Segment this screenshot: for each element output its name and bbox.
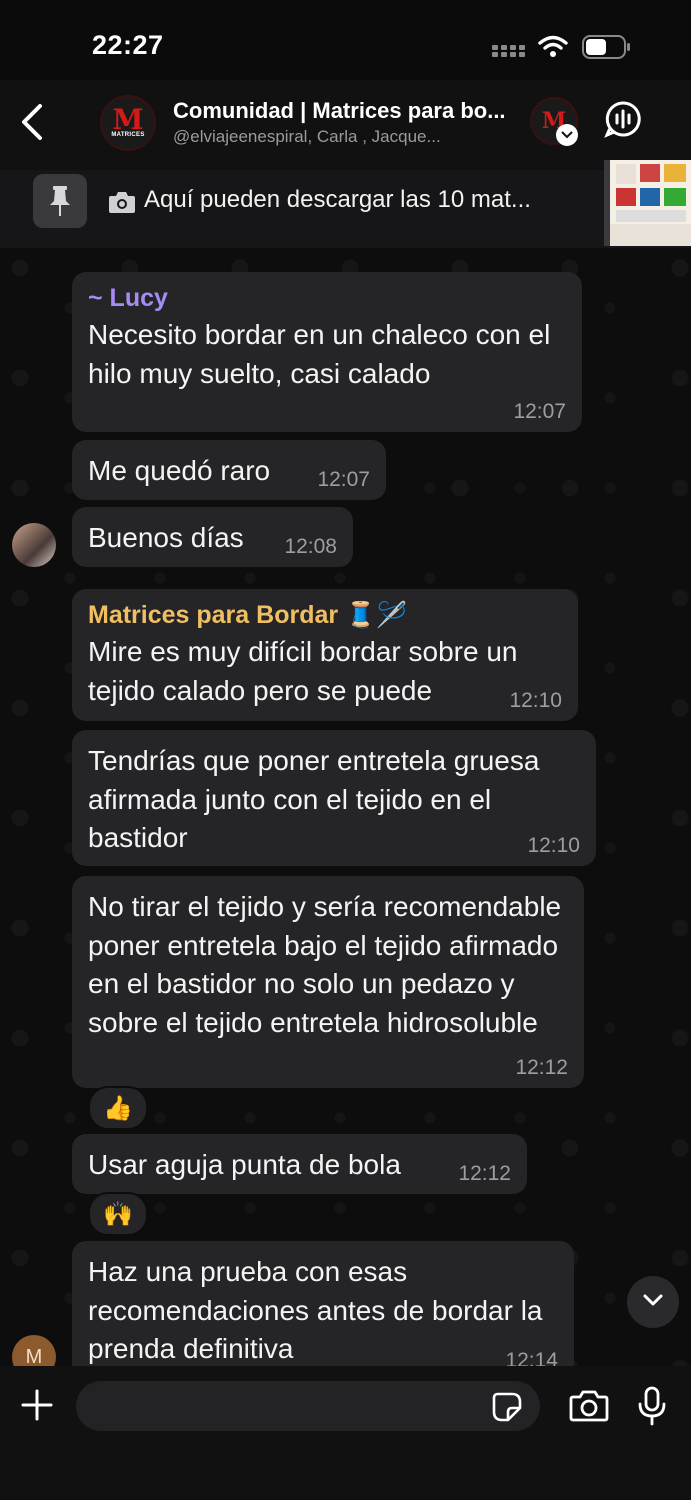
status-time: 22:27 (92, 30, 164, 60)
sender-avatar[interactable]: M (12, 1335, 56, 1366)
message-time: 12:10 (527, 834, 580, 857)
chevron-down-icon (641, 1292, 665, 1313)
wifi-icon (537, 34, 569, 63)
message-time: 12:10 (509, 689, 562, 712)
reaction-badge[interactable]: 👍 (88, 1086, 148, 1130)
back-arrow-icon[interactable] (18, 102, 46, 147)
message-bubble[interactable]: ~ Lucy Necesito bordar en un chaleco con… (72, 272, 582, 432)
group-avatar[interactable]: M MATRICES (100, 95, 156, 151)
microphone-icon[interactable] (637, 1386, 667, 1431)
message-time: 12:12 (458, 1162, 511, 1185)
message-bubble[interactable]: Matrices para Bordar 🧵🪡 Mire es muy difí… (72, 589, 578, 721)
plus-icon[interactable] (20, 1388, 54, 1427)
pin-icon[interactable] (33, 174, 87, 228)
chat-participants[interactable]: @elviajeenespiral, Carla , Jacque... (173, 127, 503, 147)
message-text: Tendrías que poner entretela gruesa afir… (88, 745, 540, 853)
message-time: 12:12 (515, 1056, 568, 1079)
scroll-down-button[interactable] (627, 1276, 679, 1328)
chevron-down-badge-icon[interactable] (556, 124, 578, 146)
message-sender[interactable]: ~ Lucy (88, 284, 566, 312)
voice-chat-icon[interactable] (604, 100, 642, 143)
message-text: Usar aguja punta de bola (88, 1149, 401, 1180)
message-bubble[interactable]: Buenos días 12:08 (72, 507, 353, 567)
battery-icon (582, 35, 632, 64)
message-text: Mire es muy difícil bordar sobre un teji… (88, 636, 518, 706)
message-time: 12:07 (513, 400, 566, 423)
message-bubble[interactable]: Usar aguja punta de bola 12:12 (72, 1134, 527, 1194)
message-text: Necesito bordar en un chaleco con el hil… (88, 319, 551, 389)
chat-title[interactable]: Comunidad | Matrices para bo... (173, 98, 523, 124)
message-bubble[interactable]: Me quedó raro 12:07 (72, 440, 386, 500)
message-sender[interactable]: Matrices para Bordar 🧵🪡 (88, 601, 562, 629)
message-bubble[interactable]: Tendrías que poner entretela gruesa afir… (72, 730, 596, 866)
message-list[interactable]: ~ Lucy Necesito bordar en un chaleco con… (0, 248, 691, 1366)
signal-icon (492, 44, 528, 63)
message-bubble[interactable]: No tirar el tejido y sería recomendable … (72, 876, 584, 1088)
sticker-icon[interactable] (492, 1392, 522, 1427)
camera-icon[interactable] (569, 1389, 609, 1428)
logo-text: MATRICES (111, 132, 145, 138)
logo-letter: M (112, 103, 144, 136)
message-bubble[interactable]: Haz una prueba con esas recomendaciones … (72, 1241, 574, 1366)
message-time: 12:14 (505, 1349, 558, 1366)
sender-avatar[interactable] (12, 523, 56, 567)
message-time: 12:07 (317, 468, 370, 491)
message-time: 12:08 (284, 535, 337, 558)
pinned-thumbnail-image[interactable] (604, 160, 691, 246)
pinned-message-text[interactable]: Aquí pueden descargar las 10 mat... (144, 186, 589, 214)
message-text: No tirar el tejido y sería recomendable … (88, 891, 562, 1038)
message-input[interactable] (76, 1381, 540, 1431)
message-text: Haz una prueba con esas recomendaciones … (88, 1256, 543, 1364)
camera-icon (108, 190, 136, 219)
reaction-badge[interactable]: 🙌 (88, 1192, 148, 1236)
